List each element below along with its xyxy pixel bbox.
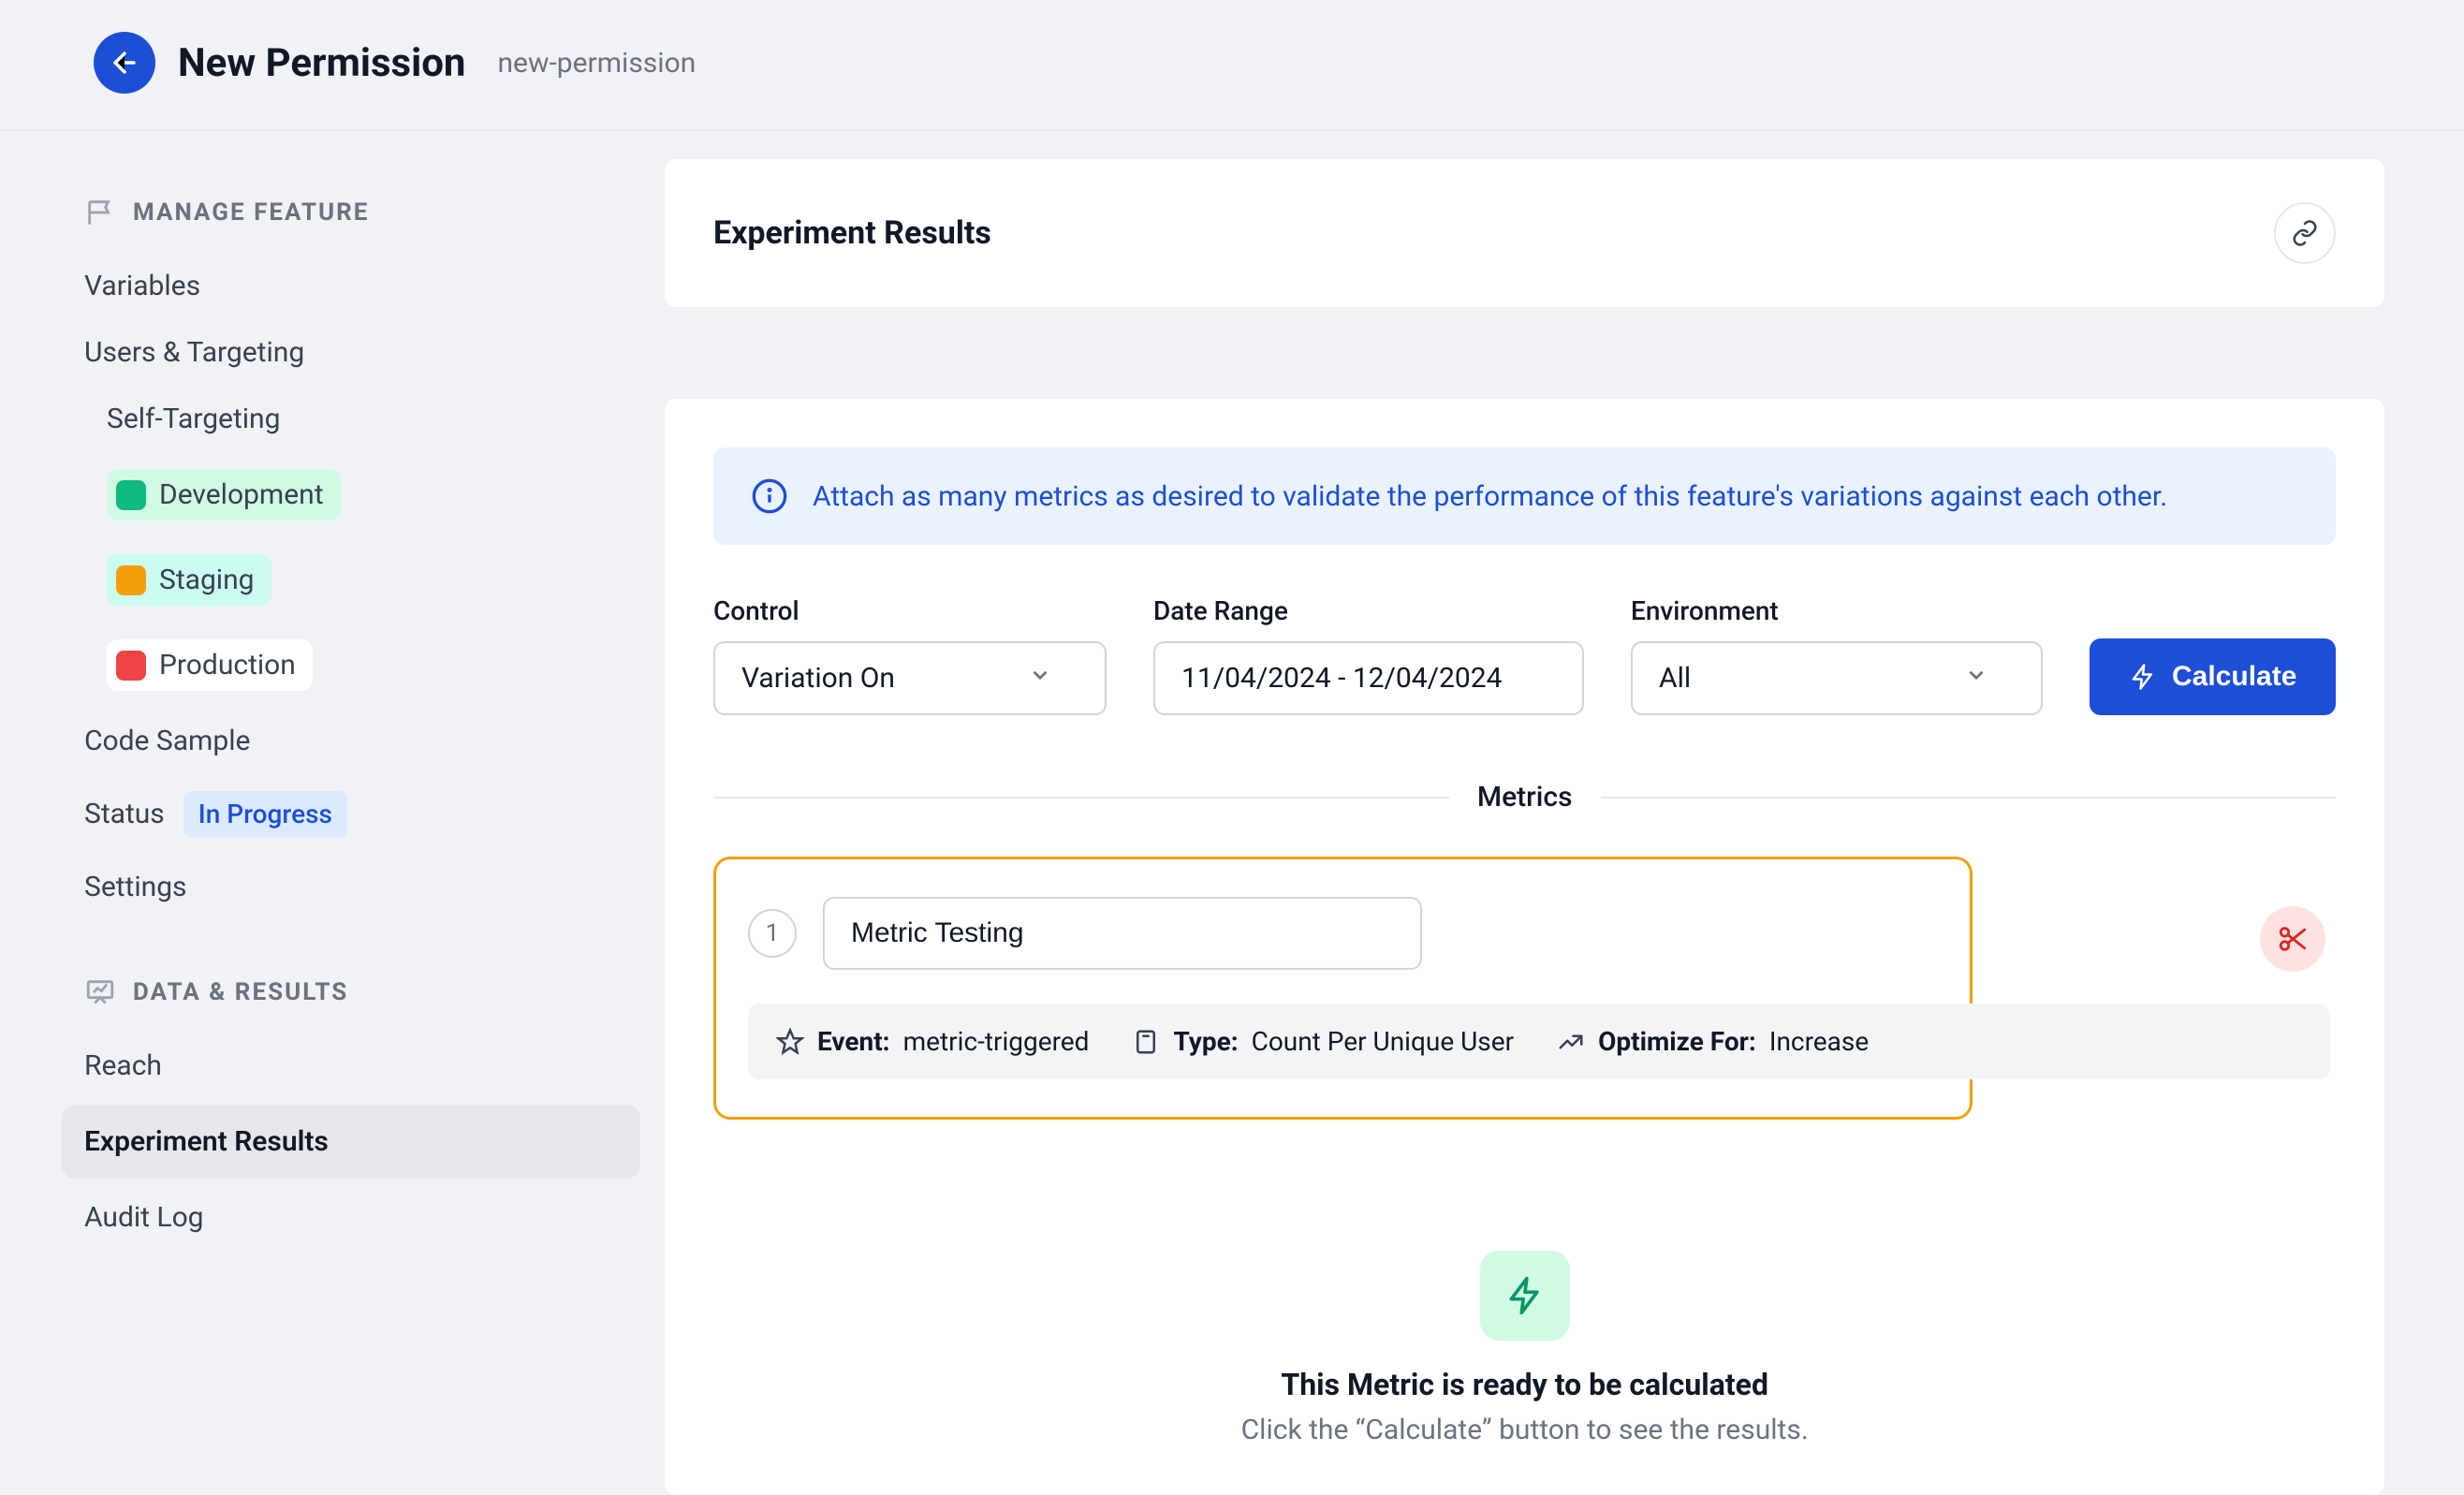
copy-link-button[interactable]	[2274, 202, 2336, 264]
page-header: New Permission new-permission	[0, 0, 2464, 131]
sidebar-section-label: DATA & RESULTS	[133, 978, 348, 1006]
dropdown-value: 11/04/2024 - 12/04/2024	[1181, 662, 1502, 695]
chevron-down-icon	[1964, 663, 1988, 687]
ready-subtitle: Click the “Calculate” button to see the …	[713, 1414, 2336, 1446]
metric-name-input[interactable]	[823, 897, 1422, 970]
back-button[interactable]	[94, 32, 155, 94]
sidebar-section-manage: MANAGE FEATURE	[84, 197, 618, 228]
env-label: Production	[159, 649, 296, 682]
status-badge: In Progress	[183, 791, 347, 837]
status-label: Status	[84, 798, 165, 830]
metrics-divider: Metrics	[713, 781, 2336, 813]
link-icon	[2291, 219, 2319, 247]
control-group-date: Date Range 11/04/2024 - 12/04/2024	[1153, 595, 1584, 715]
sidebar-item-env-development[interactable]: Development	[84, 452, 618, 537]
env-dot-prod	[116, 651, 146, 681]
environment-dropdown[interactable]: All	[1631, 641, 2043, 715]
info-icon	[751, 477, 788, 515]
event-value: metric-triggered	[903, 1026, 1090, 1057]
chevron-down-icon	[1028, 663, 1052, 687]
control-group-control: Control Variation On	[713, 595, 1107, 715]
ready-title: This Metric is ready to be calculated	[713, 1367, 2336, 1402]
calculate-button[interactable]: Calculate	[2090, 638, 2336, 715]
env-label: Staging	[159, 564, 255, 596]
sidebar-item-code-sample[interactable]: Code Sample	[84, 708, 618, 774]
env-dot-stg	[116, 565, 146, 595]
type-value: Count Per Unique User	[1252, 1026, 1514, 1057]
calculator-icon	[1132, 1028, 1160, 1056]
sidebar-section-data: DATA & RESULTS	[84, 976, 618, 1008]
bolt-icon	[2129, 663, 2157, 691]
sidebar-item-reach[interactable]: Reach	[84, 1033, 618, 1099]
type-label: Type:	[1173, 1026, 1238, 1057]
sidebar-item-variables[interactable]: Variables	[84, 253, 618, 319]
sidebar-item-audit-log[interactable]: Audit Log	[84, 1184, 618, 1251]
optimize-label: Optimize For:	[1598, 1026, 1756, 1057]
remove-metric-button[interactable]	[2260, 906, 2325, 972]
arrow-left-icon	[109, 47, 140, 79]
page-title: New Permission	[178, 40, 465, 86]
env-dot-dev	[116, 480, 146, 510]
scissors-icon	[2277, 923, 2309, 955]
ready-block: This Metric is ready to be calculated Cl…	[713, 1251, 2336, 1446]
info-banner: Attach as many metrics as desired to val…	[713, 447, 2336, 545]
sidebar-item-status[interactable]: Status In Progress	[84, 774, 618, 854]
content-panel: Attach as many metrics as desired to val…	[665, 399, 2384, 1495]
star-icon	[776, 1028, 804, 1056]
flag-icon	[84, 197, 116, 228]
sidebar-item-env-production[interactable]: Production	[84, 623, 618, 708]
control-dropdown[interactable]: Variation On	[713, 641, 1107, 715]
optimize-value: Increase	[1769, 1026, 1869, 1057]
env-label: Environment	[1631, 595, 2043, 626]
panel-header: Experiment Results	[665, 159, 2384, 307]
page-slug: new-permission	[497, 47, 696, 80]
dropdown-value: All	[1659, 662, 1691, 695]
date-range-dropdown[interactable]: 11/04/2024 - 12/04/2024	[1153, 641, 1584, 715]
metric-index: 1	[748, 909, 797, 958]
dropdown-value: Variation On	[741, 662, 895, 695]
info-text: Attach as many metrics as desired to val…	[813, 480, 2167, 513]
controls-row: Control Variation On Date Range 11/04/20…	[713, 595, 2336, 715]
trend-up-icon	[1557, 1028, 1585, 1056]
date-label: Date Range	[1153, 595, 1584, 626]
sidebar: MANAGE FEATURE Variables Users & Targeti…	[84, 159, 618, 1495]
main-content: Experiment Results Attach as many metric…	[665, 159, 2384, 1495]
presentation-icon	[84, 976, 116, 1008]
button-label: Calculate	[2172, 661, 2296, 693]
bolt-icon	[1504, 1275, 1546, 1316]
event-label: Event:	[817, 1026, 890, 1057]
control-label: Control	[713, 595, 1107, 626]
sidebar-section-label: MANAGE FEATURE	[133, 198, 369, 227]
metrics-label: Metrics	[1477, 781, 1573, 813]
metric-card: 1 Event: metric-triggered Type: Count Pe…	[713, 857, 1973, 1120]
sidebar-item-users-targeting[interactable]: Users & Targeting	[84, 319, 618, 386]
ready-icon-box	[1480, 1251, 1570, 1341]
sidebar-item-experiment-results[interactable]: Experiment Results	[62, 1105, 640, 1179]
metric-meta: Event: metric-triggered Type: Count Per …	[748, 1004, 2330, 1079]
control-group-env: Environment All	[1631, 595, 2043, 715]
sidebar-item-self-targeting[interactable]: Self-Targeting	[84, 386, 618, 452]
sidebar-item-settings[interactable]: Settings	[84, 854, 618, 920]
sidebar-item-env-staging[interactable]: Staging	[84, 537, 618, 623]
panel-title: Experiment Results	[713, 214, 991, 252]
env-label: Development	[159, 478, 324, 511]
